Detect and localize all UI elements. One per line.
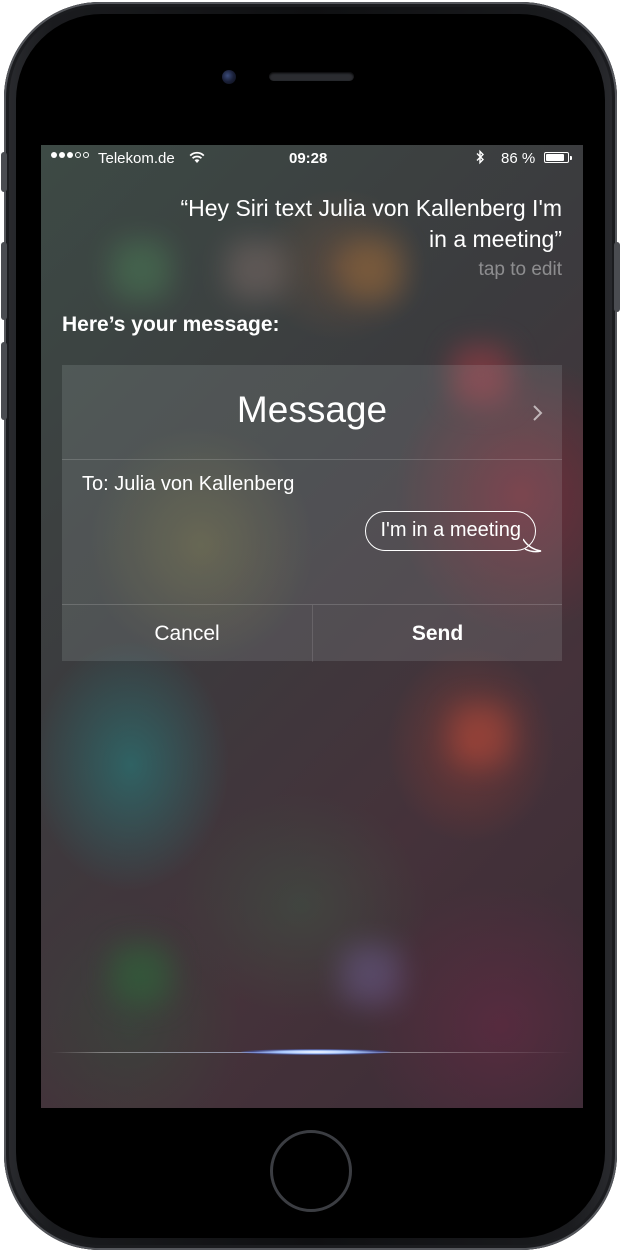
siri-response-prompt: Here’s your message:	[62, 313, 280, 336]
recipient-line: To: Julia von Kallenberg	[82, 473, 295, 495]
tap-to-edit-hint[interactable]: tap to edit	[479, 259, 562, 281]
signal-dot	[51, 152, 57, 158]
battery-percentage: 86 %	[501, 150, 536, 167]
wifi-icon	[189, 151, 205, 163]
clock: 09:28	[289, 150, 328, 167]
siri-query[interactable]: “Hey Siri text Julia von Kallenberg I'm …	[92, 193, 563, 255]
bubble-tail	[523, 538, 542, 553]
front-camera	[222, 70, 236, 84]
siri-query-line: “Hey Siri text Julia von Kallenberg I'm	[180, 195, 563, 221]
signal-dot	[83, 152, 89, 158]
battery-tip	[570, 156, 572, 160]
card-title: Message	[236, 389, 388, 430]
message-bubble: I'm in a meeting	[365, 511, 536, 551]
blurred-app-icon	[111, 945, 171, 1005]
cancel-button[interactable]: Cancel	[62, 605, 312, 662]
volume-down-button	[1, 342, 7, 420]
signal-dot	[59, 152, 65, 158]
blurred-app-icon	[451, 705, 511, 765]
card-actions: Cancel Send	[62, 604, 562, 662]
bluetooth-icon	[476, 149, 484, 165]
battery-fill	[546, 154, 564, 161]
earpiece-speaker	[269, 72, 354, 81]
battery-icon	[544, 152, 572, 163]
volume-up-button	[1, 242, 7, 320]
chevron-right-icon[interactable]	[530, 403, 544, 423]
home-button[interactable]	[270, 1130, 352, 1212]
message-card: Message To: Julia von Kallenberg I'm in …	[62, 365, 562, 662]
status-bar: Telekom.de 09:28 86 %	[41, 145, 583, 173]
siri-query-line: in a meeting”	[429, 226, 562, 252]
siri-waveform-glow	[241, 1049, 391, 1055]
power-button	[614, 242, 620, 312]
blurred-app-icon	[341, 945, 401, 1005]
screen: Telekom.de 09:28 86 % “Hey Siri text Jul…	[41, 145, 583, 1108]
carrier-name: Telekom.de	[98, 150, 175, 167]
signal-dot	[67, 152, 73, 158]
signal-dot	[75, 152, 81, 158]
signal-strength-icon	[51, 152, 89, 158]
message-card-header[interactable]: Message	[62, 365, 562, 460]
mute-switch	[1, 152, 7, 192]
send-button[interactable]: Send	[313, 605, 562, 662]
